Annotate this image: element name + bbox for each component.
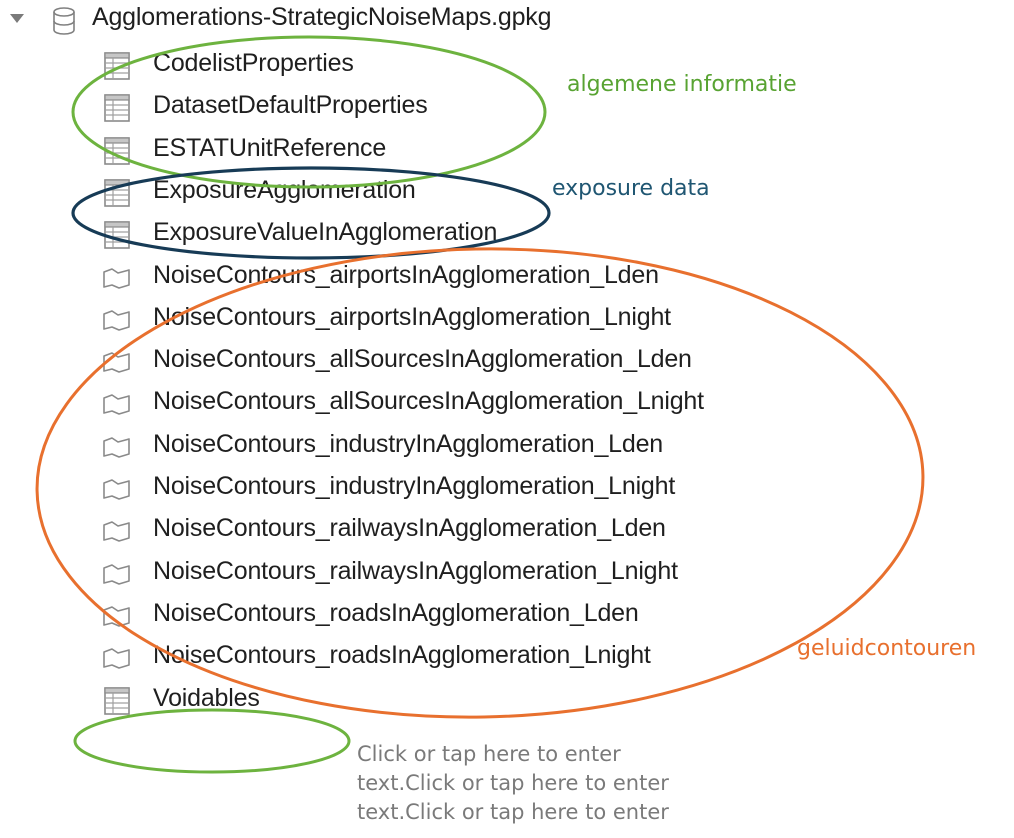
placeholder-line: Click or tap here to enter <box>357 742 621 766</box>
table-icon <box>102 93 132 123</box>
text-placeholder[interactable]: Click or tap here to enter text.Click or… <box>357 740 777 827</box>
tree-item-label: NoiseContours_roadsInAgglomeration_Lden <box>153 598 639 627</box>
tree-item-label: NoiseContours_roadsInAgglomeration_Lnigh… <box>153 641 651 670</box>
tree-item-label: DatasetDefaultProperties <box>153 91 428 120</box>
table-icon <box>102 220 132 250</box>
polygon-icon <box>102 559 132 589</box>
tree-root-label: Agglomerations-StrategicNoiseMaps.gpkg <box>92 3 552 31</box>
tree-item-label: Voidables <box>153 683 260 712</box>
tree-item-label: NoiseContours_allSourcesInAgglomeration_… <box>153 345 692 374</box>
polygon-icon <box>102 263 132 293</box>
tree-item-label: NoiseContours_airportsInAgglomeration_Ld… <box>153 260 659 289</box>
placeholder-line: text.Click or tap here to enter <box>357 771 669 795</box>
expand-arrow-icon[interactable] <box>10 14 24 23</box>
annotation-exposure-data: exposure data <box>552 176 710 201</box>
polygon-icon <box>102 347 132 377</box>
polygon-icon <box>102 432 132 462</box>
table-icon <box>102 51 132 81</box>
polygon-icon <box>102 389 132 419</box>
polygon-icon <box>102 601 132 631</box>
tree-item-label: NoiseContours_railwaysInAgglomeration_Ld… <box>153 514 666 543</box>
tree-item-label: NoiseContours_industryInAgglomeration_Ld… <box>153 429 663 458</box>
tree-item-label: NoiseContours_industryInAgglomeration_Ln… <box>153 472 676 500</box>
table-icon <box>102 686 132 716</box>
tree-item-label: NoiseContours_railwaysInAgglomeration_Ln… <box>153 556 678 585</box>
tree-item-label: ESTATUnitReference <box>153 133 387 162</box>
tree-item-label: NoiseContours_airportsInAgglomeration_Ln… <box>153 302 671 331</box>
polygon-icon <box>102 305 132 335</box>
annotation-noise-contours: geluidcontouren <box>797 636 977 661</box>
polygon-icon <box>102 516 132 546</box>
tree-item-label: CodelistProperties <box>153 49 354 77</box>
tree-item-label: NoiseContours_allSourcesInAgglomeration_… <box>153 387 704 416</box>
tree-item-label: ExposureAgglomeration <box>153 175 416 204</box>
table-icon <box>102 178 132 208</box>
database-icon <box>53 7 75 35</box>
layer-tree: Agglomerations-StrategicNoiseMaps.gpkg C… <box>0 0 1014 838</box>
tree-item-label: ExposureValueInAgglomeration <box>153 218 498 247</box>
polygon-icon <box>102 643 132 673</box>
placeholder-line: text.Click or tap here to enter <box>357 800 669 824</box>
annotation-general-info: algemene informatie <box>567 72 797 97</box>
table-icon <box>102 136 132 166</box>
polygon-icon <box>102 474 132 504</box>
